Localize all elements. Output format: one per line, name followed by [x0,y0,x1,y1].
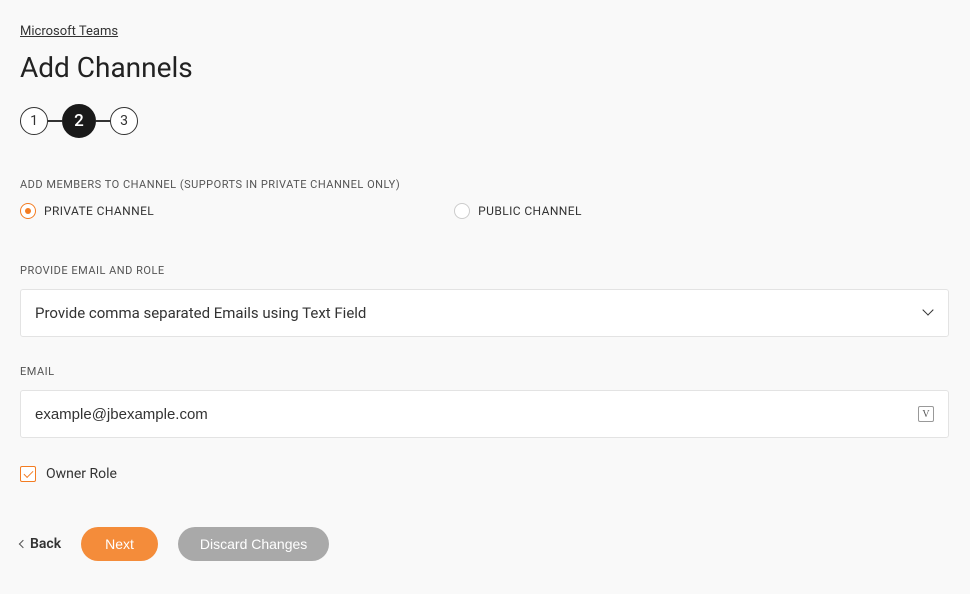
radio-icon [454,203,470,219]
step-3[interactable]: 3 [110,107,138,135]
owner-role-label: Owner Role [46,466,117,482]
public-channel-radio[interactable]: PUBLIC CHANNEL [454,203,582,219]
private-channel-radio[interactable]: PRIVATE CHANNEL [20,203,154,219]
email-role-select-value: Provide comma separated Emails using Tex… [35,304,366,322]
back-label: Back [30,536,61,552]
button-row: Back Next Discard Changes [20,527,950,561]
email-input-wrapper: V [20,390,949,438]
step-2[interactable]: 2 [62,104,96,138]
step-1[interactable]: 1 [20,107,48,135]
stepper: 1 2 3 [20,104,950,138]
breadcrumb-link[interactable]: Microsoft Teams [20,24,118,39]
radio-icon [20,203,36,219]
email-role-select[interactable]: Provide comma separated Emails using Tex… [20,289,949,337]
chevron-left-icon [19,540,27,548]
next-button[interactable]: Next [81,527,158,561]
page-title: Add Channels [20,51,950,84]
public-channel-label: PUBLIC CHANNEL [478,204,582,218]
email-role-label: PROVIDE EMAIL AND ROLE [20,264,950,277]
step-connector [96,120,110,122]
step-connector [48,120,62,122]
owner-role-checkbox[interactable] [20,466,36,482]
channel-type-radio-group: PRIVATE CHANNEL PUBLIC CHANNEL [20,203,950,219]
members-section-label: ADD MEMBERS TO CHANNEL (SUPPORTS IN PRIV… [20,178,950,191]
back-button[interactable]: Back [20,536,61,552]
input-badge-icon: V [918,406,934,422]
discard-button[interactable]: Discard Changes [178,527,329,561]
email-input[interactable] [35,406,910,423]
checkmark-icon [23,468,33,478]
chevron-down-icon [924,308,934,318]
email-field-label: EMAIL [20,365,950,378]
private-channel-label: PRIVATE CHANNEL [44,204,154,218]
